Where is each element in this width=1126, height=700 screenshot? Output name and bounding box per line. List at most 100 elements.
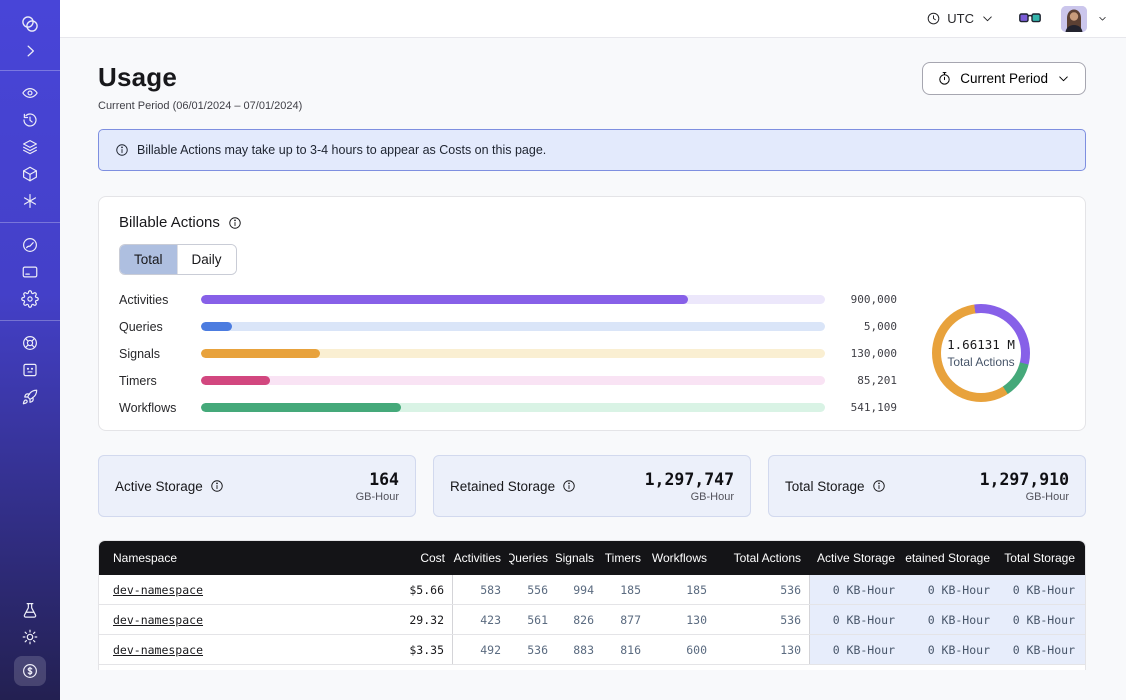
bar-fill (201, 376, 270, 385)
bar-fill (201, 349, 320, 358)
total-storage-card: Total Storage 1,297,910 GB-Hour (768, 455, 1086, 517)
bar-row-activities: Activities 900,000 (119, 295, 897, 304)
avatar[interactable] (1061, 6, 1087, 32)
bar-fill (201, 322, 232, 331)
rocket-icon[interactable] (12, 385, 48, 408)
donut-center-label: Total Actions (947, 355, 1014, 369)
cell-namespace: dev-namespace (99, 605, 397, 634)
sidebar (0, 0, 60, 700)
feedback-icon[interactable] (12, 358, 48, 381)
active-storage-card: Active Storage 164 GB-Hour (98, 455, 416, 517)
cell-total-actions: 130 (715, 635, 809, 664)
chevron-down-icon[interactable] (1097, 13, 1108, 24)
info-icon[interactable] (210, 479, 224, 493)
dollar-icon[interactable] (14, 656, 46, 686)
flask-icon[interactable] (12, 598, 48, 621)
timezone-label: UTC (947, 11, 974, 26)
usage-page: Usage Current Period (06/01/2024 – 07/01… (60, 38, 1126, 700)
temporal-logo[interactable] (12, 12, 48, 35)
cell-active-storage: 0 KB-Hour (809, 605, 905, 634)
column-header-cost: Cost (397, 541, 453, 575)
cell-activities: 583 (453, 575, 509, 604)
cell-workflows: 600 (649, 635, 715, 664)
cell-queries: 556 (509, 575, 556, 604)
billable-actions-title: Billable Actions (119, 214, 220, 231)
cell-signals: 994 (556, 575, 602, 604)
chevron-right-icon[interactable] (12, 39, 48, 62)
namespace-link[interactable]: dev-namespace (113, 583, 203, 597)
bar-label: Activities (119, 293, 191, 307)
storage-card-value: 1,297,747 (645, 470, 734, 489)
gear-icon[interactable] (12, 287, 48, 310)
storage-card-value: 164 (356, 470, 399, 489)
bar-value: 85,201 (835, 374, 897, 387)
info-icon[interactable] (562, 479, 576, 493)
storage-card-unit: GB-Hour (645, 491, 734, 503)
cell-cost: $5.66 (397, 575, 453, 604)
info-icon[interactable] (872, 479, 886, 493)
cell-active-storage: 0 KB-Hour (809, 635, 905, 664)
billable-actions-card: Billable Actions Total Daily Activities … (98, 196, 1086, 431)
column-header-total-storage: Total Storage (1000, 541, 1085, 575)
cell-signals: 826 (556, 605, 602, 634)
bar-track (201, 376, 825, 385)
column-header-active-storage: Active Storage (809, 541, 905, 575)
tab-daily[interactable]: Daily (177, 245, 236, 274)
bar-fill (201, 403, 401, 412)
namespace-link[interactable]: dev-namespace (113, 643, 203, 657)
sidebar-divider (0, 70, 60, 71)
glasses-icon[interactable] (1019, 12, 1041, 25)
cell-signals: 883 (556, 635, 602, 664)
storage-card-label: Active Storage (115, 479, 203, 494)
layers-icon[interactable] (12, 135, 48, 158)
sidebar-divider (0, 320, 60, 321)
bar-track (201, 322, 825, 331)
bar-track (201, 403, 825, 412)
period-selector-button[interactable]: Current Period (922, 62, 1086, 95)
asterisk-icon[interactable] (12, 189, 48, 212)
cell-activities: 423 (453, 605, 509, 634)
storage-card-label: Retained Storage (450, 479, 555, 494)
bar-label: Timers (119, 374, 191, 388)
bar-value: 130,000 (835, 347, 897, 360)
storage-card-value: 1,297,910 (980, 470, 1069, 489)
cell-active-storage: 0 KB-Hour (809, 575, 905, 604)
cell-retained-storage: 0 KB-Hour (905, 575, 1000, 604)
table-row: dev-namespace $5.66 583 556 994 185 185 … (99, 575, 1085, 605)
info-icon (115, 143, 129, 157)
cell-total-storage: 0 KB-Hour (1000, 575, 1085, 604)
eye-icon[interactable] (12, 81, 48, 104)
sun-icon[interactable] (12, 625, 48, 648)
page-subtitle: Current Period (06/01/2024 – 07/01/2024) (98, 100, 302, 112)
stopwatch-icon (937, 71, 952, 86)
storage-card-label: Total Storage (785, 479, 865, 494)
column-header-activities: Activities (453, 541, 509, 575)
info-icon[interactable] (228, 216, 242, 230)
total-actions-donut-chart: 1.66131 M Total Actions (932, 304, 1030, 402)
chevron-down-icon (1056, 71, 1071, 86)
bar-value: 5,000 (835, 320, 897, 333)
bar-value: 900,000 (835, 293, 897, 306)
credit-card-icon[interactable] (12, 260, 48, 283)
cell-total-actions: 536 (715, 575, 809, 604)
bar-value: 541,109 (835, 401, 897, 414)
clock-icon (926, 11, 941, 26)
page-title: Usage (98, 62, 302, 93)
lifebuoy-icon[interactable] (12, 331, 48, 354)
bar-label: Signals (119, 347, 191, 361)
topbar: UTC (60, 0, 1126, 38)
timezone-dropdown[interactable]: UTC (926, 11, 995, 26)
bar-row-timers: Timers 85,201 (119, 376, 897, 385)
bar-row-workflows: Workflows 541,109 (119, 403, 897, 412)
cell-timers: 185 (602, 575, 649, 604)
sidebar-divider (0, 222, 60, 223)
tab-total[interactable]: Total (120, 245, 177, 274)
table-row: dev-namespace $3.35 492 536 883 816 600 … (99, 635, 1085, 665)
cell-retained-storage: 0 KB-Hour (905, 605, 1000, 634)
bar-label: Workflows (119, 401, 191, 415)
history-icon[interactable] (12, 108, 48, 131)
cube-icon[interactable] (12, 162, 48, 185)
cell-total-storage: 0 KB-Hour (1000, 635, 1085, 664)
gauge-icon[interactable] (12, 233, 48, 256)
namespace-link[interactable]: dev-namespace (113, 613, 203, 627)
